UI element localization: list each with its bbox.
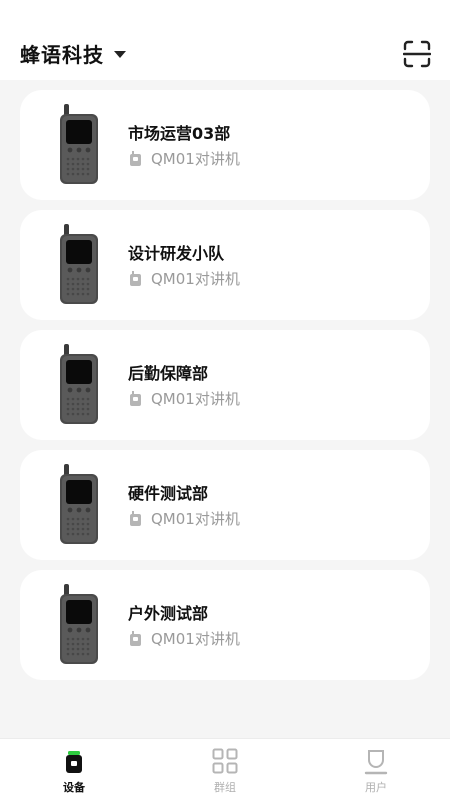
user-icon bbox=[364, 750, 388, 775]
device-small-icon bbox=[130, 631, 141, 646]
device-model-row: QM01对讲机 bbox=[130, 388, 240, 409]
device-model: QM01对讲机 bbox=[151, 510, 240, 528]
top-bar: 蜂语科技 bbox=[0, 0, 450, 80]
device-small-icon bbox=[130, 271, 141, 286]
bottom-tab-bar: 设备 群组 用户 bbox=[0, 738, 450, 800]
device-model-row: QM01对讲机 bbox=[130, 148, 240, 169]
device-name: 市场运营03部 bbox=[128, 124, 231, 143]
device-model: QM01对讲机 bbox=[151, 630, 240, 648]
device-model-row: QM01对讲机 bbox=[130, 628, 240, 649]
device-card[interactable]: 设计研发小队 QM01对讲机 bbox=[20, 210, 430, 320]
device-small-icon bbox=[130, 391, 141, 406]
walkie-talkie-image bbox=[60, 584, 98, 664]
device-model-row: QM01对讲机 bbox=[130, 268, 240, 289]
device-model: QM01对讲机 bbox=[151, 270, 240, 288]
tab-label: 设备 bbox=[63, 781, 85, 794]
org-switcher[interactable]: 蜂语科技 bbox=[20, 38, 126, 68]
tab-groups[interactable]: 群组 bbox=[165, 739, 285, 800]
device-card[interactable]: 市场运营03部 QM01对讲机 bbox=[20, 90, 430, 200]
device-icon bbox=[66, 751, 82, 773]
device-name: 户外测试部 bbox=[128, 604, 209, 623]
device-name: 设计研发小队 bbox=[128, 244, 225, 263]
device-model: QM01对讲机 bbox=[151, 150, 240, 168]
tab-label: 用户 bbox=[365, 781, 387, 794]
device-model-row: QM01对讲机 bbox=[130, 508, 240, 529]
tab-users[interactable]: 用户 bbox=[316, 739, 436, 800]
device-small-icon bbox=[130, 151, 141, 166]
device-small-icon bbox=[130, 511, 141, 526]
tab-devices[interactable]: 设备 bbox=[14, 739, 134, 800]
walkie-talkie-image bbox=[60, 344, 98, 424]
device-model: QM01对讲机 bbox=[151, 390, 240, 408]
tab-label: 群组 bbox=[214, 781, 236, 794]
org-name: 蜂语科技 bbox=[20, 42, 104, 67]
device-card[interactable]: 硬件测试部 QM01对讲机 bbox=[20, 450, 430, 560]
caret-down-icon bbox=[114, 50, 126, 58]
device-card[interactable]: 户外测试部 QM01对讲机 bbox=[20, 570, 430, 680]
device-name: 硬件测试部 bbox=[128, 484, 209, 503]
walkie-talkie-image bbox=[60, 224, 98, 304]
scan-icon[interactable] bbox=[403, 40, 431, 68]
device-card[interactable]: 后勤保障部 QM01对讲机 bbox=[20, 330, 430, 440]
walkie-talkie-image bbox=[60, 104, 98, 184]
device-name: 后勤保障部 bbox=[128, 364, 209, 383]
walkie-talkie-image bbox=[60, 464, 98, 544]
grid-icon bbox=[212, 748, 238, 774]
